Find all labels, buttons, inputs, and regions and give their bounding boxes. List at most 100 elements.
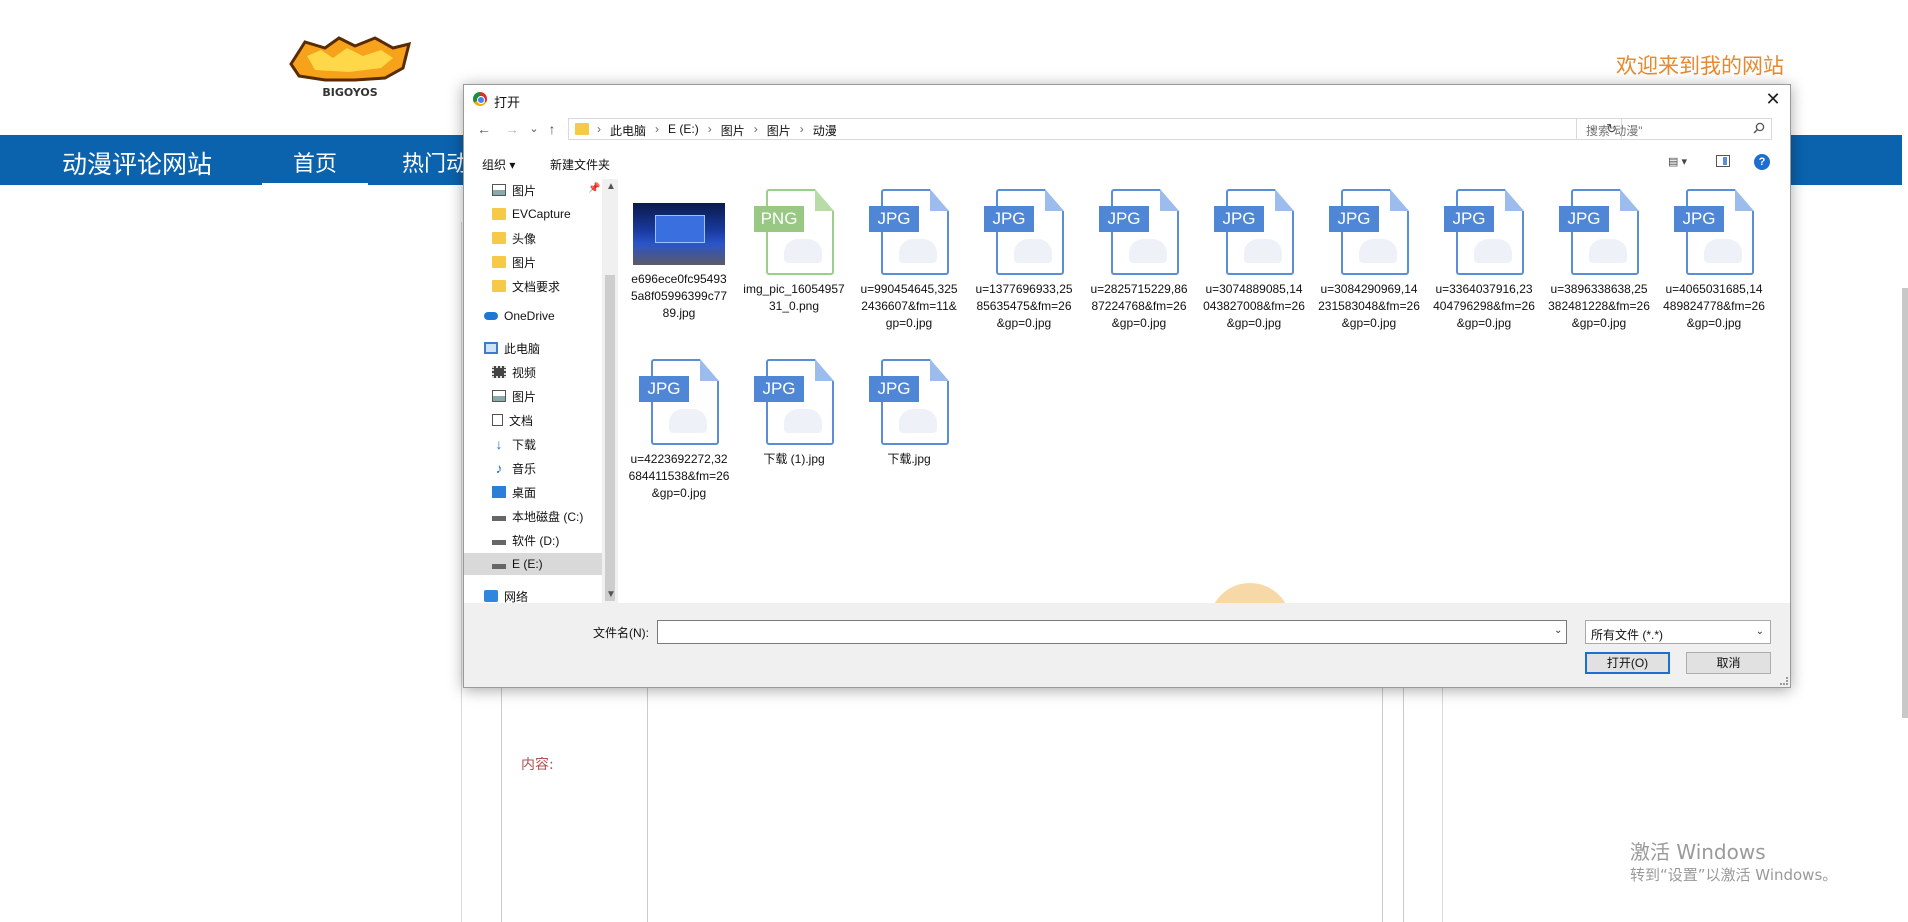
sidebar-item[interactable]: 图片 <box>464 385 602 407</box>
file-name: u=1377696933,2585635475&fm=26&gp=0.jpg <box>975 282 1073 330</box>
sidebar-item[interactable]: 软件 (D:) <box>464 529 602 551</box>
sidebar-item[interactable]: EVCapture <box>464 203 602 225</box>
page-scrollbar[interactable] <box>1902 288 1908 718</box>
nav-home[interactable]: 首页 <box>262 135 368 185</box>
breadcrumb-anime[interactable]: 动漫 <box>813 122 837 139</box>
file-item[interactable]: JPG u=4065031685,14489824778&fm=26&gp=0.j… <box>1663 179 1765 332</box>
chevron-right-icon[interactable]: › <box>699 122 721 139</box>
scroll-down-icon[interactable]: ▼ <box>606 589 616 600</box>
sidebar-item-label: 软件 (D:) <box>512 533 560 548</box>
sidebar-item[interactable]: 本地磁盘 (C:) <box>464 505 602 527</box>
file-type-tag: JPG <box>754 376 804 402</box>
breadcrumb: › 此电脑 › E (E:) › 图片 › 图片 › 动漫 <box>597 122 837 139</box>
new-folder-button[interactable]: 新建文件夹 <box>550 156 610 173</box>
file-item[interactable]: JPG u=4223692272,32684411538&fm=26&gp=0.j… <box>628 349 730 502</box>
sidebar-item[interactable]: 图片 📌 <box>464 179 602 201</box>
welcome-text: 欢迎来到我的网站 <box>1616 54 1784 78</box>
help-icon[interactable]: ? <box>1754 154 1770 170</box>
dialog-toolbar: 组织 ▾ 新建文件夹 ▤ ▾ ? <box>464 147 1790 179</box>
sidebar-item[interactable]: 头像 <box>464 227 602 249</box>
file-type-tag: JPG <box>1444 206 1494 232</box>
sidebar-scroll-thumb[interactable] <box>605 275 615 601</box>
up-arrow-icon[interactable]: ↑ <box>544 121 560 137</box>
file-item[interactable]: JPG u=2825715229,8687224768&fm=26&gp=0.jp… <box>1088 179 1190 332</box>
sidebar-item[interactable]: ↓ 下载 <box>464 433 602 455</box>
sidebar-item-label: 图片 <box>512 255 537 270</box>
chevron-right-icon[interactable]: › <box>745 122 767 139</box>
cancel-button[interactable]: 取消 <box>1686 652 1771 674</box>
resize-grip-icon[interactable] <box>1780 677 1788 685</box>
file-item[interactable]: JPG 下载.jpg <box>858 349 960 468</box>
breadcrumb-drive-e[interactable]: E (E:) <box>668 122 699 139</box>
back-arrow-icon[interactable]: ← <box>476 121 492 137</box>
activation-watermark-hint: 转到“设置”以激活 Windows。 <box>1630 866 1838 884</box>
sidebar-item[interactable]: OneDrive <box>464 305 602 327</box>
sidebar-item[interactable]: E (E:) <box>464 553 602 575</box>
filename-input[interactable] <box>657 620 1567 644</box>
file-type-tag: JPG <box>869 206 919 232</box>
address-bar[interactable]: › 此电脑 › E (E:) › 图片 › 图片 › 动漫 ⌄ ↻ <box>568 118 1622 140</box>
file-type-select[interactable]: 所有文件 (*.*) ⌄ <box>1585 620 1771 644</box>
sidebar-item-label: 本地磁盘 (C:) <box>512 509 584 524</box>
sidebar-item[interactable]: 图片 <box>464 251 602 273</box>
breadcrumb-pictures-2[interactable]: 图片 <box>767 122 791 139</box>
open-file-dialog: 打开 ✕ ← → ⌄ ↑ › 此电脑 › E (E:) › 图片 › 图片 › <box>463 84 1791 688</box>
file-item[interactable]: e696ece0fc954935a8f05996399c7789.jpg <box>628 179 730 322</box>
breadcrumb-this-pc[interactable]: 此电脑 <box>610 122 646 139</box>
sidebar-item-label: E (E:) <box>512 557 543 571</box>
nav-brand[interactable]: 动漫评论网站 <box>62 145 212 181</box>
png-file-icon: PNG <box>754 189 834 275</box>
file-name: 下载 (1).jpg <box>763 452 825 466</box>
close-button[interactable]: ✕ <box>1762 88 1784 110</box>
file-type-value: 所有文件 (*.*) <box>1591 628 1664 642</box>
recent-locations-icon[interactable]: ⌄ <box>526 122 542 135</box>
file-name: img_pic_1605495731_0.png <box>743 282 845 313</box>
sidebar-item[interactable]: 此电脑 <box>464 337 602 359</box>
nav-hot[interactable]: 热门动 <box>402 146 468 178</box>
site-logo[interactable]: BIGOYOS <box>285 34 415 102</box>
file-name: u=3364037916,23404796298&fm=26&gp=0.jpg <box>1433 282 1535 330</box>
sidebar-item[interactable]: 桌面 <box>464 481 602 503</box>
jpg-file-icon: JPG <box>639 359 719 445</box>
file-item[interactable]: JPG u=3896338638,25382481228&fm=26&gp=0.j… <box>1548 179 1650 332</box>
file-item[interactable]: PNG img_pic_1605495731_0.png <box>743 179 845 315</box>
scroll-up-icon[interactable]: ▲ <box>606 181 616 192</box>
file-name: u=2825715229,8687224768&fm=26&gp=0.jpg <box>1090 282 1188 330</box>
preview-pane-icon[interactable] <box>1716 155 1730 167</box>
organize-menu[interactable]: 组织 ▾ <box>482 156 515 173</box>
chevron-right-icon[interactable]: › <box>791 122 813 139</box>
forward-arrow-icon[interactable]: → <box>504 121 520 137</box>
file-item[interactable]: JPG u=3364037916,23404796298&fm=26&gp=0.j… <box>1433 179 1535 332</box>
dialog-titlebar[interactable]: 打开 ✕ <box>464 85 1790 113</box>
jpg-file-icon: JPG <box>1329 189 1409 275</box>
drive-icon <box>492 539 506 545</box>
file-item[interactable]: JPG u=1377696933,2585635475&fm=26&gp=0.jp… <box>973 179 1075 332</box>
file-name: u=3896338638,25382481228&fm=26&gp=0.jpg <box>1548 282 1650 330</box>
jpg-file-icon: JPG <box>1674 189 1754 275</box>
open-button[interactable]: 打开(O) <box>1585 652 1670 674</box>
breadcrumb-pictures-1[interactable]: 图片 <box>721 122 745 139</box>
jpg-file-icon: JPG <box>1444 189 1524 275</box>
file-item[interactable]: JPG u=3074889085,14043827008&fm=26&gp=0.j… <box>1203 179 1305 332</box>
screen: BIGOYOS 欢迎来到我的网站 动漫评论网站 首页 热门动 内容: 激活 Wi… <box>0 0 1908 922</box>
chevron-right-icon[interactable]: › <box>646 122 668 139</box>
jpg-file-icon: JPG <box>1099 189 1179 275</box>
sidebar-item[interactable]: ♪ 音乐 <box>464 457 602 479</box>
file-type-dropdown-icon[interactable]: ⌄ <box>1756 626 1764 637</box>
dialog-title: 打开 <box>494 95 521 110</box>
pin-icon: 📌 <box>588 183 601 194</box>
folder-icon <box>492 280 506 292</box>
folder-icon <box>575 123 589 135</box>
file-item[interactable]: JPG u=3084290969,14231583048&fm=26&gp=0.j… <box>1318 179 1420 332</box>
file-item[interactable]: JPG u=990454645,3252436607&fm=11&gp=0.jpg <box>858 179 960 332</box>
sidebar-item[interactable]: 文档 <box>464 409 602 431</box>
jpg-file-icon: JPG <box>1559 189 1639 275</box>
view-options-icon[interactable]: ▤ ▾ <box>1668 155 1696 169</box>
content-textarea[interactable] <box>647 686 1383 922</box>
search-icon <box>1753 122 1765 134</box>
search-input[interactable]: 搜索"动漫" <box>1576 118 1772 140</box>
sidebar-item[interactable]: 文档要求 <box>464 275 602 297</box>
file-name: u=3074889085,14043827008&fm=26&gp=0.jpg <box>1203 282 1305 330</box>
file-item[interactable]: JPG 下载 (1).jpg <box>743 349 845 468</box>
sidebar-item[interactable]: 视频 <box>464 361 602 383</box>
